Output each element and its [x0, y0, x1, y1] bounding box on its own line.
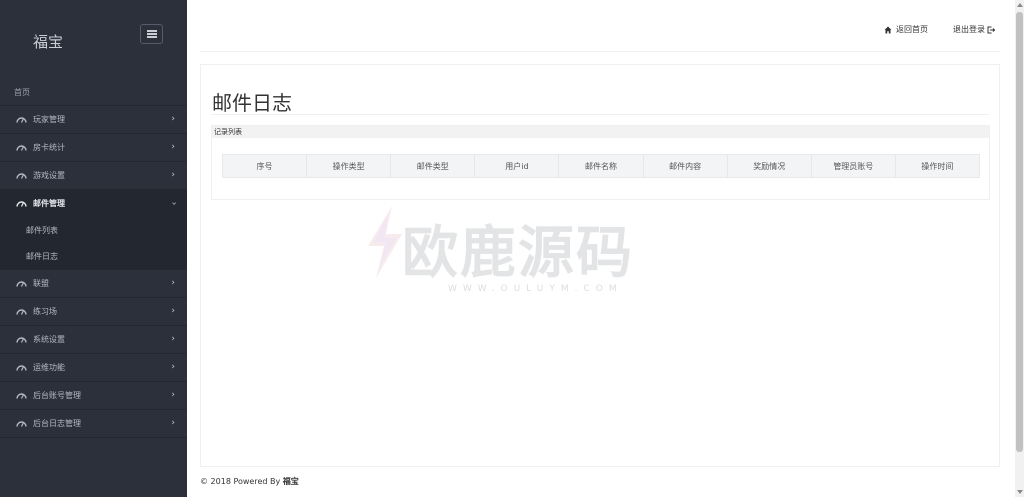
- sidebar-item-label: 游戏设置: [33, 171, 65, 180]
- sidebar-item-label: 联盟: [33, 279, 49, 288]
- title-divider: [211, 114, 989, 115]
- record-list-title: 记录列表: [212, 126, 989, 138]
- sidebar-item-label: 后台日志管理: [33, 419, 81, 428]
- scroll-thumb[interactable]: [1016, 12, 1023, 452]
- sidebar-item-player-management[interactable]: 玩家管理 ›: [0, 105, 187, 133]
- column-header[interactable]: 邮件类型: [391, 155, 476, 177]
- gauge-icon: [16, 144, 27, 151]
- back-home-label: 返回首页: [896, 25, 928, 34]
- sidebar-item-room-card-stats[interactable]: 房卡统计 ›: [0, 133, 187, 161]
- gauge-icon: [16, 364, 27, 371]
- sidebar-submenu-mail: 邮件列表 邮件日志: [0, 217, 187, 269]
- footer-brand: 福宝: [282, 477, 299, 486]
- gauge-icon: [16, 392, 27, 399]
- top-bar: 返回首页 退出登录: [200, 0, 1000, 52]
- sidebar-item-label: 房卡统计: [33, 143, 65, 152]
- gauge-icon: [16, 420, 27, 427]
- chevron-right-icon: ›: [171, 306, 175, 316]
- logout-label: 退出登录: [953, 25, 985, 34]
- sidebar-item-practice[interactable]: 练习场 ›: [0, 297, 187, 325]
- sidebar-item-game-settings[interactable]: 游戏设置 ›: [0, 161, 187, 189]
- sidebar-home-link[interactable]: 首页: [14, 87, 30, 98]
- sidebar-item-label: 练习场: [33, 307, 57, 316]
- back-home-link[interactable]: 返回首页: [884, 24, 928, 35]
- sidebar-item-admin-accounts[interactable]: 后台账号管理 ›: [0, 381, 187, 409]
- chevron-down-icon: ›: [168, 201, 179, 206]
- gauge-icon: [16, 172, 27, 179]
- sidebar-item-label: 玩家管理: [33, 115, 65, 124]
- column-header[interactable]: 用户id: [475, 155, 560, 177]
- chevron-right-icon: ›: [171, 362, 175, 372]
- brand-title: 福宝: [33, 33, 64, 51]
- column-header[interactable]: 奖励情况: [728, 155, 812, 177]
- column-header[interactable]: 邮件内容: [644, 155, 728, 177]
- home-icon: [884, 26, 892, 33]
- sidebar-item-mail-management[interactable]: 邮件管理 ›: [0, 189, 187, 217]
- column-header[interactable]: 管理员账号: [812, 155, 896, 177]
- chevron-right-icon: ›: [171, 142, 175, 152]
- sidebar-item-alliance[interactable]: 联盟 ›: [0, 269, 187, 297]
- sidebar-subitem-mail-list[interactable]: 邮件列表: [0, 217, 187, 243]
- sidebar: 福宝 首页 玩家管理 › 房卡统计 › 游戏设置 › 邮件管理 › 邮件列表 邮…: [0, 0, 187, 497]
- record-list-panel: 记录列表 序号 操作类型 邮件类型 用户id 邮件名称 邮件内容 奖励情况 管理…: [211, 125, 990, 200]
- sidebar-divider: [0, 437, 187, 438]
- sidebar-item-ops[interactable]: 运维功能 ›: [0, 353, 187, 381]
- chevron-right-icon: ›: [171, 114, 175, 124]
- column-header[interactable]: 操作时间: [896, 155, 979, 177]
- footer: © 2018 Powered By 福宝: [200, 466, 1000, 497]
- chevron-right-icon: ›: [171, 334, 175, 344]
- gauge-icon: [16, 336, 27, 343]
- footer-copyright: © 2018 Powered By: [200, 477, 281, 486]
- sidebar-item-label: 后台账号管理: [33, 391, 81, 400]
- sidebar-item-system-settings[interactable]: 系统设置 ›: [0, 325, 187, 353]
- sidebar-nav: 玩家管理 › 房卡统计 › 游戏设置 › 邮件管理 › 邮件列表 邮件日志 联盟…: [0, 105, 187, 438]
- page-title: 邮件日志: [212, 91, 292, 115]
- column-header[interactable]: 邮件名称: [559, 155, 644, 177]
- chevron-right-icon: ›: [171, 418, 175, 428]
- main-content: 邮件日志 记录列表 序号 操作类型 邮件类型 用户id 邮件名称 邮件内容 奖励…: [200, 64, 1000, 466]
- scroll-up-icon[interactable]: [1017, 3, 1023, 7]
- menu-toggle-button[interactable]: [140, 24, 163, 44]
- sidebar-subitem-mail-log[interactable]: 邮件日志: [0, 243, 187, 269]
- brand: 福宝: [0, 0, 187, 80]
- sidebar-item-label: 运维功能: [33, 363, 65, 372]
- gauge-icon: [16, 308, 27, 315]
- column-header[interactable]: 操作类型: [307, 155, 392, 177]
- page-scrollbar[interactable]: [1015, 0, 1024, 497]
- chevron-right-icon: ›: [171, 390, 175, 400]
- chevron-right-icon: ›: [171, 170, 175, 180]
- hamburger-icon: [146, 30, 157, 38]
- gauge-icon: [16, 200, 27, 207]
- mail-log-table-header: 序号 操作类型 邮件类型 用户id 邮件名称 邮件内容 奖励情况 管理员账号 操…: [222, 154, 980, 178]
- logout-link[interactable]: 退出登录: [953, 24, 995, 35]
- chevron-right-icon: ›: [171, 278, 175, 288]
- gauge-icon: [16, 280, 27, 287]
- sidebar-item-admin-logs[interactable]: 后台日志管理 ›: [0, 409, 187, 437]
- scroll-down-icon[interactable]: [1017, 490, 1023, 494]
- sign-out-icon: [987, 26, 995, 33]
- sidebar-item-label: 邮件管理: [33, 199, 65, 208]
- gauge-icon: [16, 116, 27, 123]
- column-header[interactable]: 序号: [223, 155, 308, 177]
- sidebar-item-label: 系统设置: [33, 335, 65, 344]
